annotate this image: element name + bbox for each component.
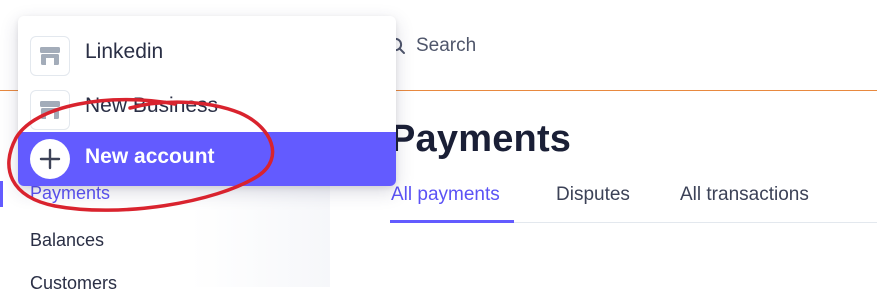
search-box[interactable]: Search xyxy=(388,32,476,60)
tab-disputes[interactable]: Disputes xyxy=(556,184,630,206)
active-tab-underline xyxy=(390,220,514,223)
plus-icon xyxy=(30,139,70,179)
new-account-label: New account xyxy=(85,145,215,168)
tab-bar: All payments Disputes All transactions xyxy=(390,184,877,222)
store-icon xyxy=(30,90,70,130)
sidebar-active-indicator xyxy=(0,181,3,207)
page-title: Payments xyxy=(390,118,572,160)
tab-all-transactions[interactable]: All transactions xyxy=(680,184,809,206)
sidebar-item-balances[interactable]: Balances xyxy=(30,230,104,251)
account-item-new-business[interactable]: New Business xyxy=(18,80,396,132)
account-label: Linkedin xyxy=(85,40,164,63)
sidebar-item-customers[interactable]: Customers xyxy=(30,273,117,294)
account-item-linkedin[interactable]: Linkedin xyxy=(18,26,396,78)
store-icon xyxy=(30,36,70,76)
tab-all-payments[interactable]: All payments xyxy=(391,184,500,206)
search-placeholder: Search xyxy=(416,35,477,56)
new-account-button[interactable]: New account xyxy=(18,132,396,186)
sidebar-item-payments[interactable]: Payments xyxy=(30,183,110,204)
account-label: New Business xyxy=(85,94,219,117)
account-switcher-dropdown: Linkedin New Business New account xyxy=(18,16,396,186)
